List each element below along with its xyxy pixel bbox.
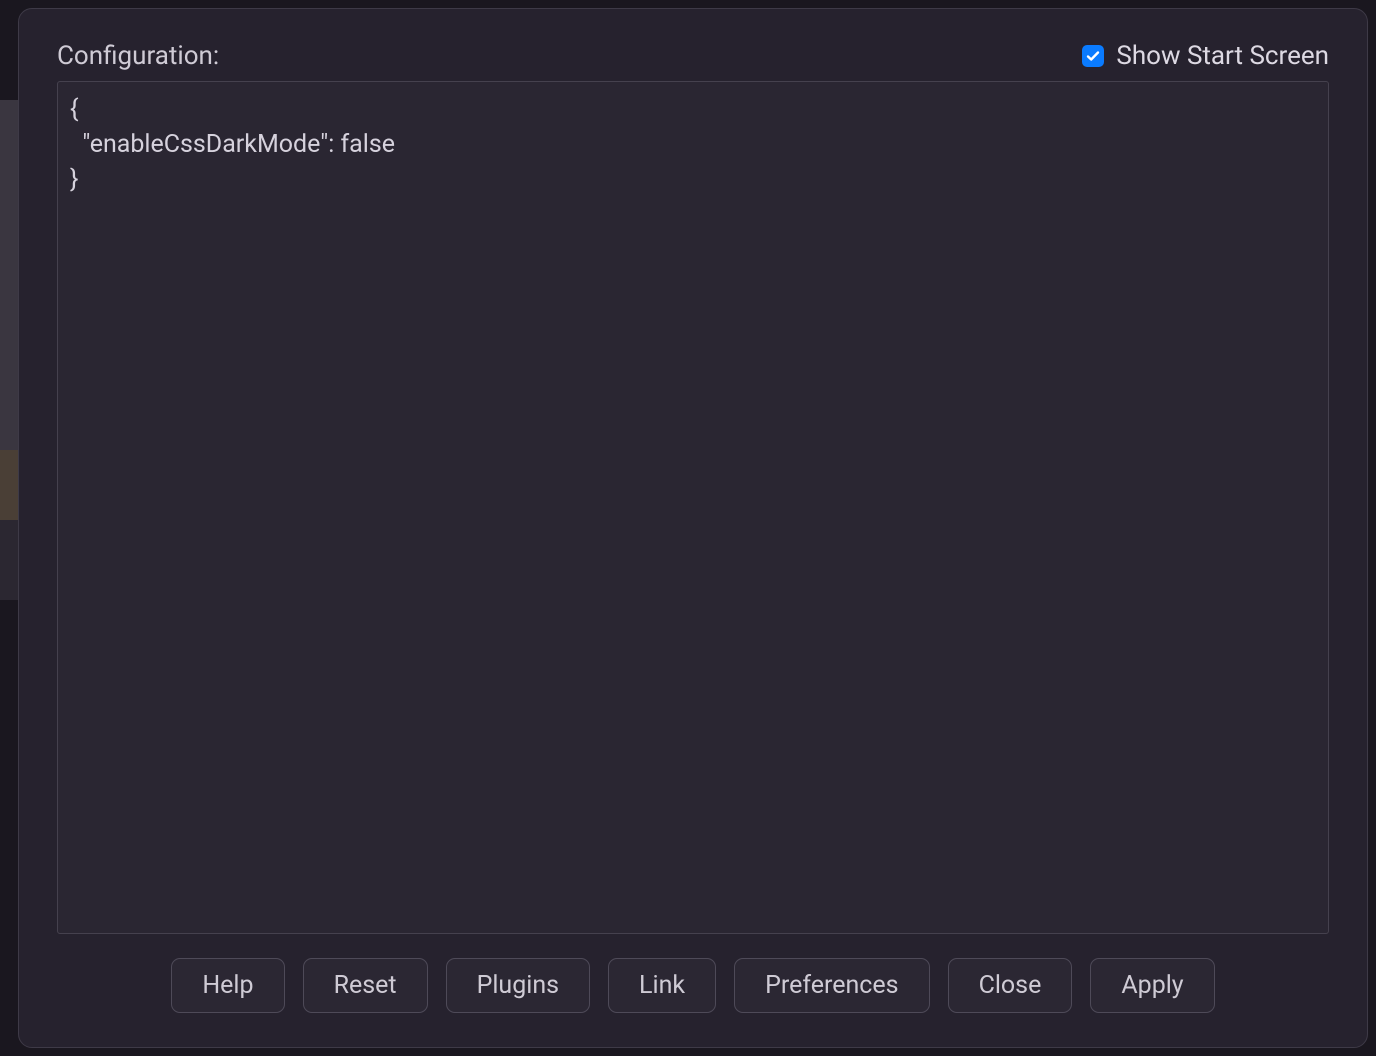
show-start-screen-label[interactable]: Show Start Screen xyxy=(1116,41,1329,71)
help-button[interactable]: Help xyxy=(171,958,284,1013)
checkmark-icon xyxy=(1085,48,1101,64)
show-start-screen-checkbox[interactable] xyxy=(1082,45,1104,67)
dialog-button-row: Help Reset Plugins Link Preferences Clos… xyxy=(57,958,1329,1013)
show-start-screen-option[interactable]: Show Start Screen xyxy=(1082,41,1329,71)
close-button[interactable]: Close xyxy=(948,958,1073,1013)
preferences-button[interactable]: Preferences xyxy=(734,958,929,1013)
backdrop-strip xyxy=(0,100,20,600)
configuration-textarea[interactable] xyxy=(57,81,1329,934)
configuration-label: Configuration: xyxy=(57,41,219,71)
plugins-button[interactable]: Plugins xyxy=(446,958,590,1013)
reset-button[interactable]: Reset xyxy=(303,958,428,1013)
dialog-header: Configuration: Show Start Screen xyxy=(57,41,1329,71)
configuration-dialog: Configuration: Show Start Screen Help Re… xyxy=(18,8,1368,1048)
link-button[interactable]: Link xyxy=(608,958,716,1013)
apply-button[interactable]: Apply xyxy=(1090,958,1214,1013)
